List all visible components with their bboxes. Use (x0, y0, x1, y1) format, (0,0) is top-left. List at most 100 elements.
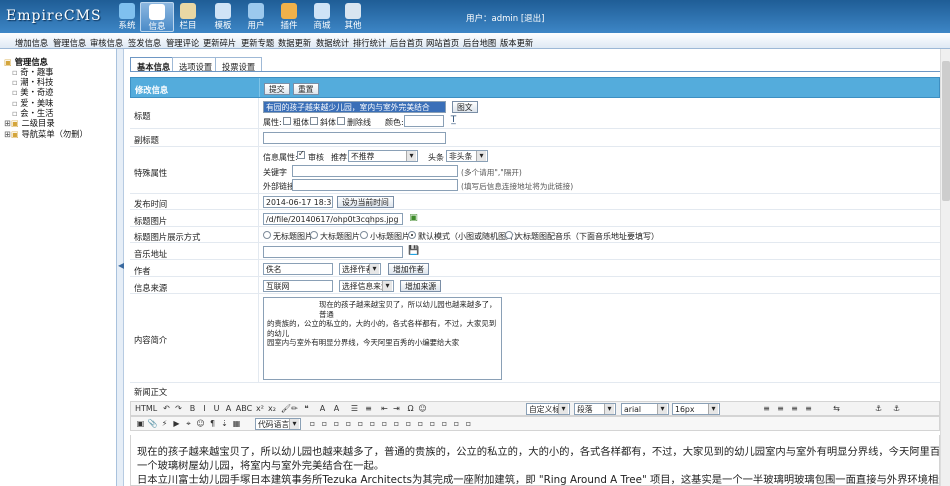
indent-icon[interactable]: ⇤ (379, 404, 390, 414)
undo-icon[interactable]: ↶ (161, 404, 172, 414)
headline-select[interactable]: 非头条 (446, 150, 488, 162)
underline-icon[interactable]: U (211, 404, 222, 414)
add-source-button[interactable]: 增加来源 (400, 280, 442, 292)
insert-col-icon[interactable]: ▫ (319, 419, 330, 429)
preview-icon[interactable]: ▫ (439, 419, 450, 429)
scrollbar-thumb[interactable] (942, 61, 950, 201)
table-icon[interactable]: ▦ (231, 419, 242, 429)
unordered-list-icon[interactable]: ≡ (363, 404, 374, 414)
color-picker-icon[interactable]: T̲ (448, 115, 459, 126)
nav-plugin[interactable]: 插件 (272, 2, 306, 32)
nav-gear[interactable]: 其他 (336, 2, 370, 32)
keywords-input[interactable] (292, 165, 458, 177)
subnav-item[interactable]: 排行统计 (353, 37, 386, 49)
merge-icon[interactable]: ▫ (355, 419, 366, 429)
pic-mode-radio[interactable] (360, 231, 368, 239)
align-right-icon[interactable]: ≡ (789, 404, 800, 414)
split-icon[interactable]: ▫ (367, 419, 378, 429)
special-char-icon[interactable]: Ω (405, 404, 416, 414)
pic-mode-radio[interactable] (505, 231, 513, 239)
paragraph-icon[interactable]: ¶ (207, 419, 218, 429)
page-scrollbar[interactable] (940, 49, 950, 486)
tree-group[interactable]: ⊞▣ 导航菜单（勿删） (4, 128, 88, 140)
subnav-item[interactable]: 增加信息 (15, 37, 48, 49)
insert-row-icon[interactable]: ▫ (307, 419, 318, 429)
style-select[interactable]: 自定义标题 (526, 403, 570, 415)
italic-icon[interactable]: I (199, 404, 210, 414)
outdent-icon[interactable]: ⇥ (391, 404, 402, 414)
subnav-item[interactable]: 版本更新 (500, 37, 533, 49)
font-color-icon[interactable]: A (317, 404, 328, 414)
subnav-item[interactable]: 签发信息 (128, 37, 161, 49)
search-icon[interactable]: ▫ (415, 419, 426, 429)
title-image-button[interactable]: 图文 (452, 101, 478, 113)
rtl-icon[interactable]: ⇆ (831, 404, 842, 414)
nav-user[interactable]: 用户 (239, 2, 273, 32)
submit-button[interactable]: 提交 (264, 83, 290, 95)
subnav-item[interactable]: 后台地图 (463, 37, 496, 49)
delete-row-icon[interactable]: ▫ (331, 419, 342, 429)
subnav-item[interactable]: 管理评论 (166, 37, 199, 49)
author-input[interactable]: 佚名 (263, 263, 333, 275)
pagebreak-icon[interactable]: ⇣ (219, 419, 230, 429)
select-image-icon[interactable]: ▣ (408, 213, 419, 224)
subnav-item[interactable]: 审核信息 (90, 37, 123, 49)
subnav-item[interactable]: 后台首页 (390, 37, 423, 49)
align-left-icon[interactable]: ≡ (761, 404, 772, 414)
music-input[interactable] (263, 246, 403, 258)
hr-icon[interactable]: ▫ (379, 419, 390, 429)
delete-col-icon[interactable]: ▫ (343, 419, 354, 429)
bold-icon[interactable]: B (187, 404, 198, 414)
intro-textarea[interactable]: 现在的孩子越来越宝贝了，所以幼儿园也越来越多了，普通 的贵族的，公立的私立的，大的… (263, 297, 502, 380)
tab-basic-info[interactable]: 基本信息 (130, 57, 178, 72)
subnav-item[interactable]: 更新碎片 (203, 37, 236, 49)
date-icon[interactable]: ▫ (391, 419, 402, 429)
music-file-icon[interactable]: 💾 (408, 246, 419, 257)
emoji-icon[interactable]: ☺ (417, 404, 428, 414)
subtitle-input[interactable] (263, 132, 446, 144)
nav-folder[interactable]: 栏目 (171, 2, 205, 32)
font-border-icon[interactable]: A (223, 404, 234, 414)
source-input[interactable]: 互联网 (263, 280, 333, 292)
logout-link[interactable]: [退出] (521, 14, 545, 24)
subnav-item[interactable]: 更新专题 (241, 37, 274, 49)
nav-document[interactable]: 信息 (140, 2, 174, 32)
align-center-icon[interactable]: ≡ (775, 404, 786, 414)
help-icon[interactable]: ▫ (463, 419, 474, 429)
recommend-select[interactable]: 不推荐 (348, 150, 418, 162)
nav-shop[interactable]: 商城 (305, 2, 339, 32)
emoji-icon[interactable]: ☺ (195, 419, 206, 429)
nav-template[interactable]: 模板 (206, 2, 240, 32)
video-icon[interactable]: ▶ (171, 419, 182, 429)
image-icon[interactable]: ▣ (135, 419, 146, 429)
link-icon[interactable]: ⚓ (873, 404, 884, 414)
code-language-select[interactable]: 代码语言 (255, 418, 301, 430)
subnav-item[interactable]: 数据更新 (278, 37, 311, 49)
tab-options[interactable]: 选项设置 (172, 57, 220, 72)
pic-mode-radio[interactable] (263, 231, 271, 239)
link-input[interactable] (292, 179, 458, 191)
quote-icon[interactable]: ❝ (301, 404, 312, 414)
redo-icon[interactable]: ↷ (173, 404, 184, 414)
attachment-icon[interactable]: 📎 (147, 419, 158, 429)
reset-button[interactable]: 重置 (293, 83, 319, 95)
align-justify-icon[interactable]: ≡ (803, 404, 814, 414)
sidebar-splitter[interactable]: ◀ (117, 49, 124, 486)
add-author-button[interactable]: 增加作者 (388, 263, 430, 275)
tab-vote[interactable]: 投票设置 (215, 57, 263, 72)
expand-plus-icon[interactable]: ⊞ (4, 118, 11, 128)
fullscreen-icon[interactable]: ▫ (451, 419, 462, 429)
bold-checkbox[interactable] (283, 117, 291, 125)
pic-mode-radio[interactable] (408, 231, 416, 239)
italic-checkbox[interactable] (310, 117, 318, 125)
flash-icon[interactable]: ⚡ (159, 419, 170, 429)
subnav-item[interactable]: 网站首页 (426, 37, 459, 49)
author-select[interactable]: 选择作者 (339, 263, 381, 275)
paragraph-select[interactable]: 段落 (574, 403, 616, 415)
subnav-item[interactable]: 管理信息 (53, 37, 86, 49)
time-input[interactable]: 2014-06-17 18:31:04 (263, 196, 333, 208)
pic-mode-radio[interactable] (310, 231, 318, 239)
subnav-item[interactable]: 数据统计 (316, 37, 349, 49)
print-icon[interactable]: ▫ (427, 419, 438, 429)
eraser-icon[interactable]: ✏ (289, 404, 300, 414)
